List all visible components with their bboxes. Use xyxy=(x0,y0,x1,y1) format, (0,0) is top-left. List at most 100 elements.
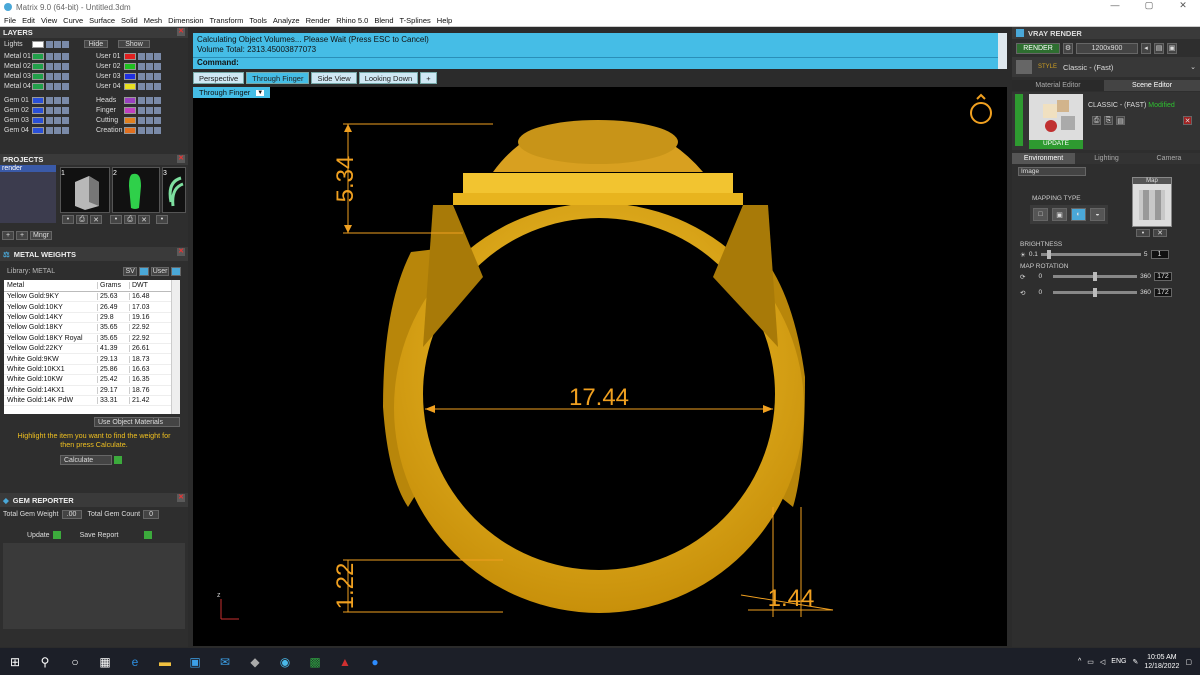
visibility-icon[interactable] xyxy=(146,106,153,114)
hide-button[interactable]: Hide xyxy=(84,40,108,48)
tab-side-view[interactable]: Side View xyxy=(311,72,357,84)
add-folder-button[interactable]: + xyxy=(16,231,28,240)
user-toggle[interactable] xyxy=(171,266,182,276)
menu-tools[interactable]: Tools xyxy=(249,16,267,25)
visibility-icon[interactable] xyxy=(146,82,153,90)
layer-color-swatch[interactable] xyxy=(32,52,44,60)
layer-option-icon[interactable] xyxy=(154,72,161,80)
menu-dimension[interactable]: Dimension xyxy=(168,16,203,25)
scrollbar[interactable] xyxy=(171,280,180,414)
layer-row[interactable]: User 02 xyxy=(94,61,186,71)
add-project-button[interactable]: + xyxy=(2,231,14,240)
table-row[interactable]: White Gold:14KX1 29.17 18.76 xyxy=(4,386,180,396)
table-row[interactable]: Yellow Gold:10KY 26.49 17.03 xyxy=(4,302,180,313)
chevron-down-icon[interactable]: ⌄ xyxy=(1190,63,1196,71)
matrix-icon[interactable]: ◉ xyxy=(276,653,294,671)
mapping-plane-icon[interactable]: □ xyxy=(1033,208,1048,221)
move-up-button[interactable]: • xyxy=(62,215,74,224)
menu-solid[interactable]: Solid xyxy=(121,16,138,25)
map-preview[interactable]: Map xyxy=(1132,177,1172,227)
visibility-icon[interactable] xyxy=(146,52,153,60)
mapping-sphere-icon[interactable]: ◒ xyxy=(1090,208,1105,221)
render-prev-icon[interactable]: ◂ xyxy=(1141,42,1151,54)
notification-icon[interactable]: ▢ xyxy=(1185,658,1192,666)
layer-color-swatch[interactable] xyxy=(124,72,136,80)
close-button[interactable]: ✕ xyxy=(1166,0,1200,11)
lights-swatch[interactable] xyxy=(32,40,44,48)
command-line[interactable]: Command: xyxy=(193,57,1007,69)
app-icon[interactable]: ▲ xyxy=(336,653,354,671)
table-row[interactable]: Yellow Gold:9KY 25.63 16.48 xyxy=(4,292,180,303)
tab-add[interactable]: + xyxy=(420,72,437,84)
render-window-icon[interactable]: ▣ xyxy=(1167,42,1177,54)
lock-icon[interactable] xyxy=(138,106,145,114)
visibility-icon[interactable] xyxy=(146,62,153,70)
maximize-button[interactable]: ▢ xyxy=(1132,0,1166,11)
search-icon[interactable]: ⚲ xyxy=(36,653,54,671)
lock-icon[interactable] xyxy=(46,52,53,60)
layer-option-icon[interactable] xyxy=(62,82,69,90)
render-button[interactable]: RENDER xyxy=(1016,42,1060,54)
table-row[interactable]: White Gold:10KW 25.42 16.35 xyxy=(4,375,180,386)
layer-option-icon[interactable] xyxy=(154,96,161,104)
minimize-button[interactable]: — xyxy=(1098,0,1132,11)
file-explorer-icon[interactable]: ▬ xyxy=(156,653,174,671)
layer-color-swatch[interactable] xyxy=(124,82,136,90)
mail-icon[interactable]: ✉ xyxy=(216,653,234,671)
layer-color-swatch[interactable] xyxy=(124,106,136,114)
tab-scene-editor[interactable]: Scene Editor xyxy=(1104,80,1200,91)
save-project-button[interactable]: ⎙ xyxy=(76,215,88,224)
task-view-icon[interactable]: ▦ xyxy=(96,653,114,671)
layer-option-icon[interactable] xyxy=(62,52,69,60)
user-button[interactable]: User xyxy=(151,266,170,276)
layer-row[interactable]: Metal 02 xyxy=(2,61,94,71)
preset-delete-icon[interactable]: ✕ xyxy=(1183,116,1192,125)
sv-button[interactable]: SV xyxy=(123,266,138,276)
command-scrollbar[interactable] xyxy=(998,33,1007,69)
metal-weights-table[interactable]: Metal Grams DWT Yellow Gold:9KY 25.63 16.48 Y… xyxy=(4,280,180,414)
render-settings-icon[interactable]: ⚙ xyxy=(1063,42,1073,54)
visibility-icon[interactable] xyxy=(54,116,61,124)
layer-color-swatch[interactable] xyxy=(32,72,44,80)
layer-row[interactable]: User 03 xyxy=(94,71,186,81)
layer-option-icon[interactable] xyxy=(154,52,161,60)
edge-icon[interactable]: e xyxy=(126,653,144,671)
layer-color-swatch[interactable] xyxy=(124,52,136,60)
layer-option-icon[interactable] xyxy=(62,40,69,48)
clock[interactable]: 10:05 AM 12/18/2022 xyxy=(1144,653,1179,671)
layer-option-icon[interactable] xyxy=(62,116,69,124)
lock-icon[interactable] xyxy=(46,96,53,104)
preset-list-icon[interactable]: ▤ xyxy=(1116,116,1125,125)
preset-thumbnail[interactable] xyxy=(1029,94,1083,140)
layer-option-icon[interactable] xyxy=(154,126,161,134)
menu-edit[interactable]: Edit xyxy=(22,16,35,25)
layer-row[interactable]: Metal 01 xyxy=(2,51,94,61)
lock-icon[interactable] xyxy=(138,126,145,134)
layer-row[interactable]: Gem 02 xyxy=(2,105,94,115)
lock-icon[interactable] xyxy=(138,62,145,70)
rotation-slider-2[interactable] xyxy=(1053,288,1138,297)
visibility-icon[interactable] xyxy=(54,62,61,70)
cortana-icon[interactable]: ○ xyxy=(66,653,84,671)
lock-icon[interactable] xyxy=(138,82,145,90)
calculate-go-icon[interactable] xyxy=(114,456,122,464)
layer-row[interactable]: Heads xyxy=(94,95,186,105)
mapping-cube-icon[interactable]: ▣ xyxy=(1052,208,1067,221)
lock-icon[interactable] xyxy=(46,126,53,134)
layer-color-swatch[interactable] xyxy=(124,126,136,134)
visibility-icon[interactable] xyxy=(146,72,153,80)
lock-icon[interactable] xyxy=(46,72,53,80)
visibility-icon[interactable] xyxy=(54,72,61,80)
calculate-button[interactable]: Calculate xyxy=(60,455,112,465)
layer-row[interactable]: Finger xyxy=(94,105,186,115)
visibility-icon[interactable] xyxy=(54,52,61,60)
visibility-icon[interactable] xyxy=(54,106,61,114)
menu-surface[interactable]: Surface xyxy=(89,16,115,25)
layer-color-swatch[interactable] xyxy=(32,96,44,104)
lock-icon[interactable] xyxy=(46,116,53,124)
layer-color-swatch[interactable] xyxy=(32,62,44,70)
project-thumb-2[interactable]: 2 xyxy=(112,167,160,213)
layer-option-icon[interactable] xyxy=(154,116,161,124)
layer-option-icon[interactable] xyxy=(62,96,69,104)
lang-indicator[interactable]: ENG xyxy=(1111,658,1126,665)
